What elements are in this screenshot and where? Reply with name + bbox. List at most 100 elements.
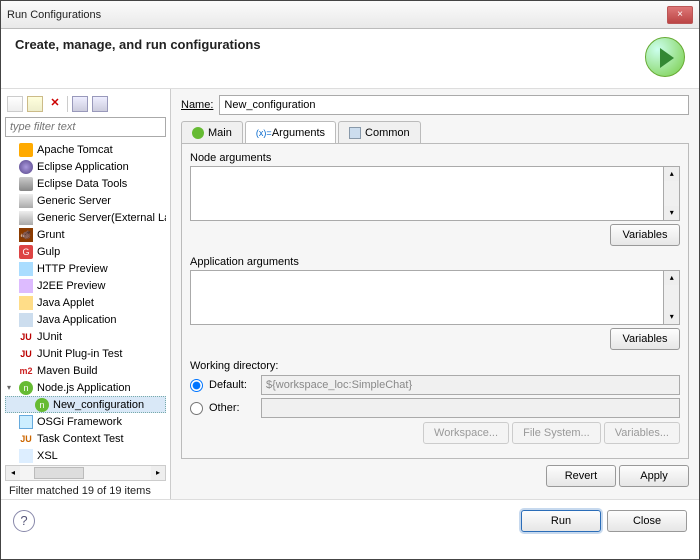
help-icon[interactable]: ?	[13, 510, 35, 532]
workspace-button: Workspace...	[423, 422, 509, 444]
sidebar: ✕ Apache Tomcat Eclipse Application Eclips…	[1, 89, 171, 499]
tree-item-type[interactable]: Generic Server(External Launch)	[5, 209, 166, 226]
node-icon: n	[35, 398, 49, 412]
apply-button[interactable]: Apply	[619, 465, 689, 487]
tree-item-type[interactable]: Apache Tomcat	[5, 141, 166, 158]
new-config-icon[interactable]	[7, 96, 23, 112]
tree-item-label: Generic Server	[37, 195, 111, 207]
tree-item-type[interactable]: OSGi Framework	[5, 413, 166, 430]
tree-item-type[interactable]: nNode.js Application	[5, 379, 166, 396]
default-radio[interactable]	[190, 379, 203, 392]
dialog-header: Create, manage, and run configurations	[1, 29, 699, 89]
default-dir-input	[261, 375, 680, 395]
node-args-label: Node arguments	[190, 152, 680, 164]
tree-item-label: Grunt	[37, 229, 65, 241]
j2ee-icon	[19, 279, 33, 293]
tree-item-label: Java Applet	[37, 297, 94, 309]
tree-item-type[interactable]: XSL	[5, 447, 166, 463]
java-icon	[19, 313, 33, 327]
srv-icon	[19, 194, 33, 208]
tree-item-label: Task Context Test	[37, 433, 124, 445]
sidebar-toolbar: ✕	[5, 93, 166, 115]
main-tab-icon	[192, 127, 204, 139]
horizontal-scrollbar[interactable]: ◂ ▸	[5, 465, 166, 481]
tree-item-label: JUnit Plug-in Test	[37, 348, 122, 360]
revert-button[interactable]: Revert	[546, 465, 616, 487]
duplicate-config-icon[interactable]	[27, 96, 43, 112]
node-args-variables-button[interactable]: Variables	[610, 224, 680, 246]
scroll-right-icon[interactable]: ▸	[151, 466, 165, 480]
config-editor: Name: Main (x)=Arguments Common Node arg…	[171, 89, 699, 499]
tree-item-type[interactable]: Java Applet	[5, 294, 166, 311]
tree-item-type[interactable]: Eclipse Application	[5, 158, 166, 175]
applet-icon	[19, 296, 33, 310]
tree-item-type[interactable]: JUJUnit	[5, 328, 166, 345]
run-icon	[645, 37, 685, 77]
node-icon: n	[19, 381, 33, 395]
close-window-button[interactable]: ×	[667, 6, 693, 24]
tree-item-type[interactable]: Java Application	[5, 311, 166, 328]
tab-bar: Main (x)=Arguments Common	[181, 121, 689, 143]
dialog-footer: ? Run Close	[1, 499, 699, 541]
tree-item-label: Apache Tomcat	[37, 144, 113, 156]
config-tree[interactable]: Apache Tomcat Eclipse Application Eclipse …	[5, 139, 166, 463]
tree-item-type[interactable]: J2EE Preview	[5, 277, 166, 294]
tree-item-type[interactable]: 🐗 Grunt	[5, 226, 166, 243]
tree-item-label: Eclipse Application	[37, 161, 129, 173]
grunt-icon: 🐗	[19, 228, 33, 242]
tab-main[interactable]: Main	[181, 121, 243, 143]
m2-icon: m2	[19, 364, 33, 378]
http-icon	[19, 262, 33, 276]
app-args-label: Application arguments	[190, 256, 680, 268]
other-dir-input	[261, 398, 680, 418]
close-button[interactable]: Close	[607, 510, 687, 532]
app-args-textarea[interactable]	[190, 270, 664, 325]
tree-item-label: Eclipse Data Tools	[37, 178, 127, 190]
tab-arguments[interactable]: (x)=Arguments	[245, 121, 336, 143]
dialog-heading: Create, manage, and run configurations	[15, 37, 645, 52]
tree-item-label: New_configuration	[53, 399, 144, 411]
name-input[interactable]	[219, 95, 689, 115]
tree-item-type[interactable]: Eclipse Data Tools	[5, 175, 166, 192]
filter-input[interactable]	[5, 117, 166, 137]
other-radio-label: Other:	[209, 402, 255, 414]
tree-item-label: J2EE Preview	[37, 280, 105, 292]
tree-item-type[interactable]: m2 Maven Build	[5, 362, 166, 379]
delete-config-icon[interactable]: ✕	[47, 96, 63, 112]
arguments-tab-icon: (x)=	[256, 127, 268, 139]
run-button[interactable]: Run	[521, 510, 601, 532]
app-args-scrollbar[interactable]: ▴▾	[664, 270, 680, 325]
node-args-scrollbar[interactable]: ▴▾	[664, 166, 680, 221]
collapse-all-icon[interactable]	[72, 96, 88, 112]
arguments-panel: Node arguments ▴▾ Variables Application …	[181, 143, 689, 459]
tree-item-label: Maven Build	[37, 365, 98, 377]
tab-common[interactable]: Common	[338, 121, 421, 143]
common-tab-icon	[349, 127, 361, 139]
tree-item-label: JUnit	[37, 331, 62, 343]
name-label: Name:	[181, 99, 213, 111]
tree-item-type[interactable]: JU JUnit Plug-in Test	[5, 345, 166, 362]
tree-item-label: OSGi Framework	[37, 416, 122, 428]
scroll-left-icon[interactable]: ◂	[6, 466, 20, 480]
db-icon	[19, 177, 33, 191]
filter-status: Filter matched 19 of 19 items	[5, 483, 166, 499]
tree-item-label: Gulp	[37, 246, 60, 258]
filter-menu-icon[interactable]	[92, 96, 108, 112]
tree-item-label: HTTP Preview	[37, 263, 108, 275]
app-args-variables-button[interactable]: Variables	[610, 328, 680, 350]
xsl-icon	[19, 449, 33, 463]
node-args-textarea[interactable]	[190, 166, 664, 221]
tree-item-type[interactable]: JU Task Context Test	[5, 430, 166, 447]
tree-item-type[interactable]: G Gulp	[5, 243, 166, 260]
tree-item-type[interactable]: HTTP Preview	[5, 260, 166, 277]
junit-icon: JU	[19, 347, 33, 361]
other-radio[interactable]	[190, 402, 203, 415]
osgi-icon	[19, 415, 33, 429]
task-icon: JU	[19, 432, 33, 446]
working-dir-label: Working directory:	[190, 360, 680, 372]
gulp-icon: G	[19, 245, 33, 259]
scroll-thumb[interactable]	[34, 467, 84, 479]
tree-item-label: XSL	[37, 450, 58, 462]
tree-item-config[interactable]: n New_configuration	[5, 396, 166, 413]
tree-item-type[interactable]: Generic Server	[5, 192, 166, 209]
